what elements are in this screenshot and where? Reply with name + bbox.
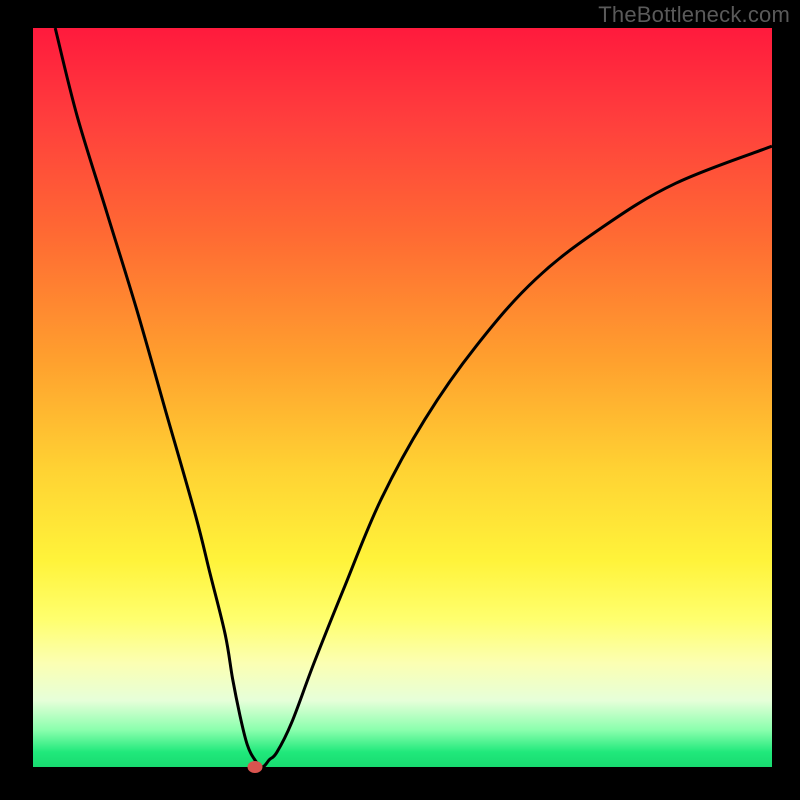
optimal-point-marker [247, 761, 262, 773]
bottleneck-curve [33, 28, 772, 767]
plot-area [33, 28, 772, 767]
chart-frame: TheBottleneck.com [0, 0, 800, 800]
watermark-text: TheBottleneck.com [598, 2, 790, 28]
curve-path [55, 28, 772, 767]
